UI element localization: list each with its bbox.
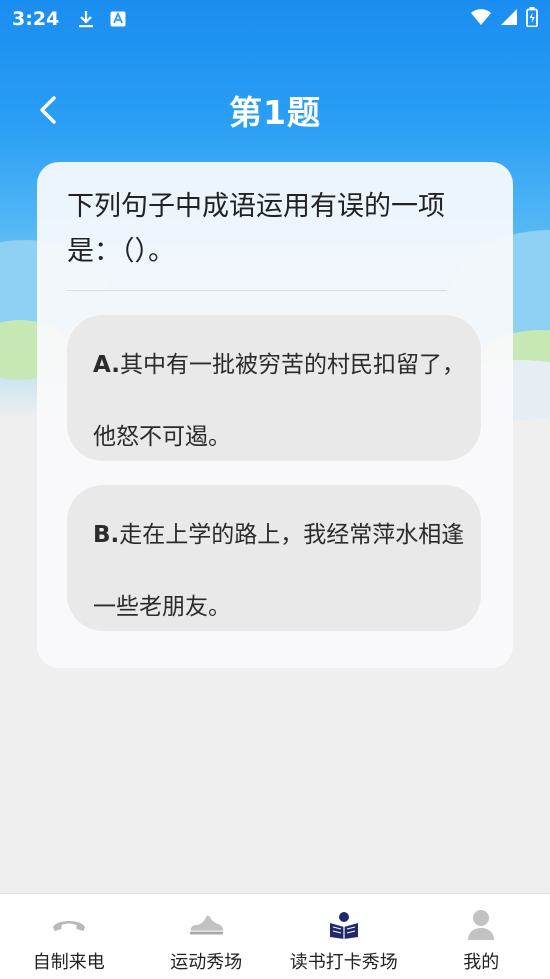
page-title: 第1题 xyxy=(229,93,321,132)
tab-label: 自制来电 xyxy=(32,952,105,973)
font-a-icon xyxy=(109,10,127,28)
chevron-left-icon xyxy=(40,96,56,124)
sneaker-icon xyxy=(188,908,224,942)
question-card: 下列句子中成语运用有误的一项是：（）。 A.其中有一批被穷苦的村民扣留了，他怒不… xyxy=(37,162,513,668)
question-text: 下列句子中成语运用有误的一项是：（）。 xyxy=(67,191,445,267)
back-button[interactable] xyxy=(30,92,66,128)
divider xyxy=(67,290,447,291)
option-a[interactable]: A.其中有一批被穷苦的村民扣留了，他怒不可遏。 xyxy=(67,315,481,461)
option-b-letter: B. xyxy=(93,522,120,548)
tab-reading-checkin[interactable]: 读书打卡秀场 xyxy=(275,894,413,979)
wifi-icon xyxy=(470,8,492,30)
option-a-letter: A. xyxy=(93,352,120,378)
battery-icon xyxy=(526,7,538,31)
status-bar: 3:24 xyxy=(0,0,550,38)
tab-label: 读书打卡秀场 xyxy=(289,952,398,973)
user-icon xyxy=(463,908,499,942)
option-a-text: 其中有一批被穷苦的村民扣留了，他怒不可遏。 xyxy=(93,352,465,450)
bottom-tab-bar: 自制来电 运动秀场 读书打卡秀场 我的 xyxy=(0,893,550,979)
reading-icon xyxy=(326,908,362,942)
option-b[interactable]: B.走在上学的路上，我经常萍水相逢一些老朋友。 xyxy=(67,485,481,631)
tab-sports-show[interactable]: 运动秀场 xyxy=(138,894,276,979)
option-b-text: 走在上学的路上，我经常萍水相逢一些老朋友。 xyxy=(93,522,465,620)
tab-label: 我的 xyxy=(463,952,500,973)
status-time: 3:24 xyxy=(12,8,60,30)
top-header: 第1题 xyxy=(0,78,550,142)
tab-mine[interactable]: 我的 xyxy=(413,894,550,979)
phone-icon xyxy=(51,908,87,942)
tab-label: 运动秀场 xyxy=(170,952,243,973)
download-icon xyxy=(77,10,95,28)
signal-icon xyxy=(500,8,518,30)
tab-custom-call[interactable]: 自制来电 xyxy=(0,894,138,979)
